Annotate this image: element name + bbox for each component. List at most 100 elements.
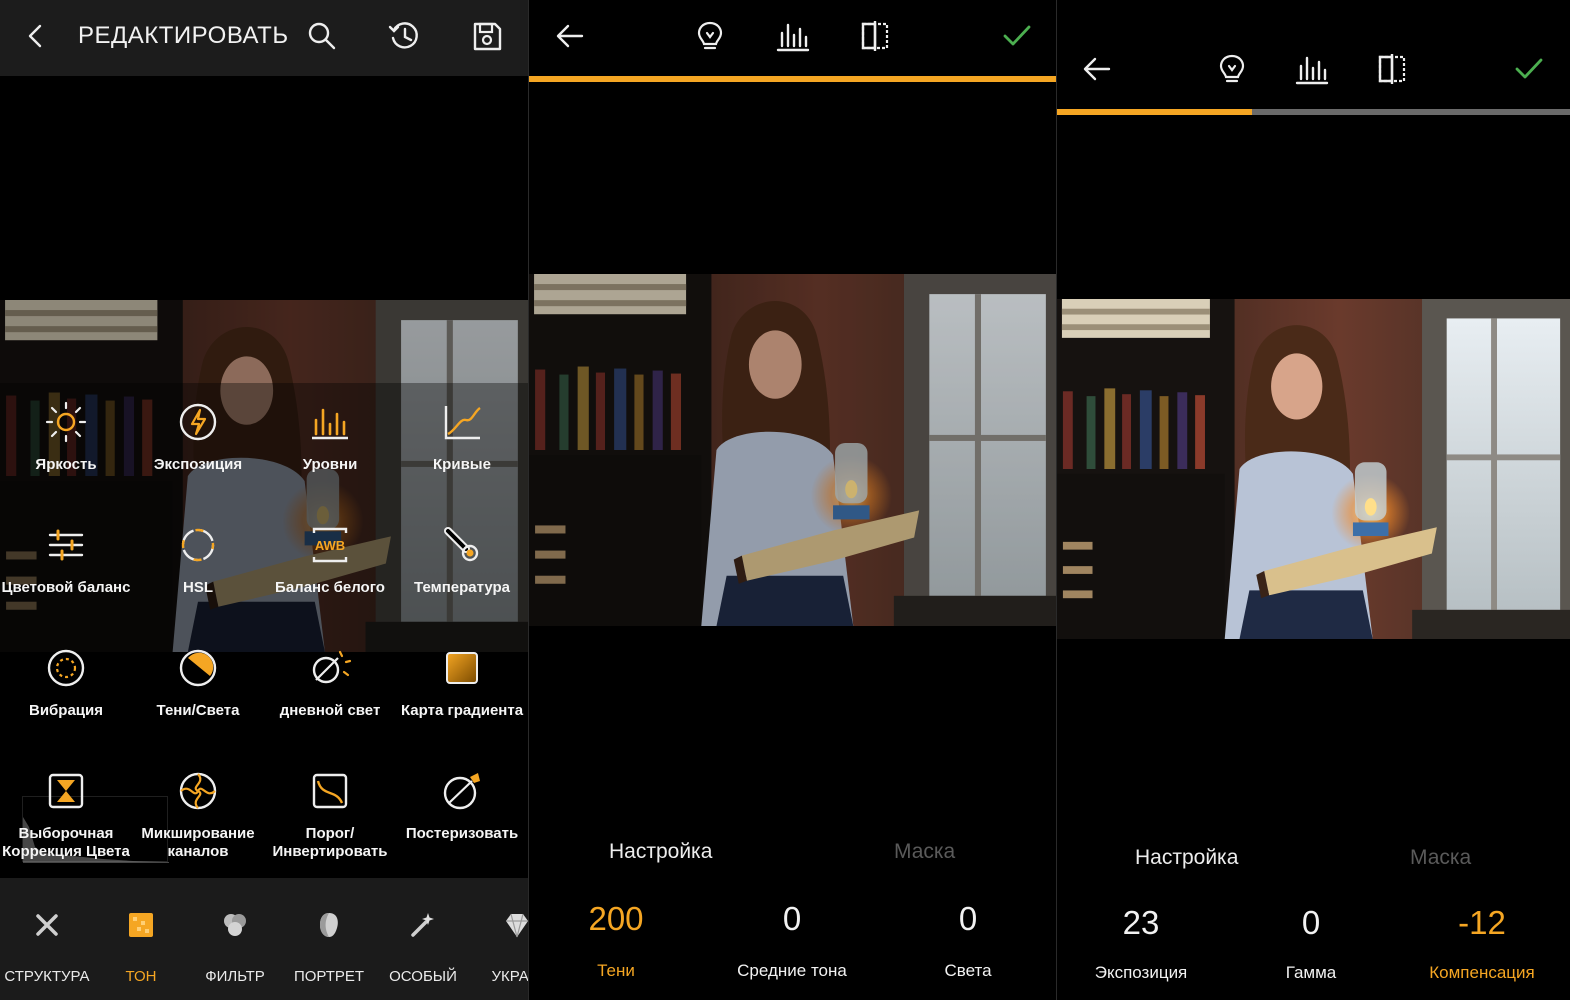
histogram-icon[interactable] [1295,52,1329,86]
check-icon[interactable] [1000,19,1034,53]
tool-label: Выборочная Коррекция Цвета [2,825,130,860]
save-icon[interactable] [469,18,505,54]
brightness-icon [45,401,87,443]
compensation-value[interactable]: -12 [1402,904,1562,942]
tool-gradient-map[interactable]: Карта градиента [396,646,528,720]
top-toolbar: РЕДАКТИРОВАТЬ [0,0,528,76]
category-bar: СТРУКТУРА ТОН ФИЛЬТР ПОРТРЕТ ОСОБЫЙ УКРА [0,878,528,1000]
color-balance-icon [48,529,84,561]
svg-text:AWB: AWB [315,538,345,553]
category-special[interactable]: ОСОБЫЙ [376,910,470,985]
tool-label: Микширование каналов [141,825,255,860]
tool-curves[interactable]: Кривые [396,400,528,474]
tab-settings[interactable]: Настройка [609,840,712,864]
category-label: ОСОБЫЙ [389,968,457,985]
selective-color-icon [48,773,84,809]
special-icon [411,913,434,937]
tool-daylight[interactable]: дневной свет [264,646,396,720]
compare-icon[interactable] [1375,52,1409,86]
lightbulb-icon[interactable] [1215,52,1249,86]
search-icon[interactable] [304,18,340,54]
compare-icon[interactable] [858,19,892,53]
category-portrait[interactable]: ПОРТРЕТ [282,910,376,985]
progress-fill [1057,109,1252,115]
category-filter[interactable]: ФИЛЬТР [188,910,282,985]
tab-mask[interactable]: Маска [894,840,955,864]
tool-posterize[interactable]: Постеризовать [396,769,528,843]
tool-threshold-invert[interactable]: Порог/ Инвертировать [264,769,396,861]
tone-icon [129,913,153,937]
tool-exposure[interactable]: Экспозиция [132,400,264,474]
back-arrow-icon[interactable] [553,19,587,53]
tool-label: Вибрация [28,702,104,719]
tool-white-balance[interactable]: AWB Баланс белого [264,523,396,597]
tool-shadows-highlights[interactable]: Тени/Света [132,646,264,720]
category-decoration[interactable]: УКРАШ [470,910,528,985]
daylight-icon [312,650,352,684]
exposure-editor-panel: Настройка Маска 23 Экспозиция 0 Гамма -1… [1057,0,1570,1000]
photo-preview [529,274,1056,626]
lightbulb-icon[interactable] [693,19,727,53]
posterize-icon [443,773,480,810]
category-label: ФИЛЬТР [205,968,265,985]
vibrance-icon [47,649,85,687]
shadows-value[interactable]: 200 [536,900,696,938]
tool-hsl[interactable]: HSL [132,523,264,597]
tool-channel-mixer[interactable]: Микширование каналов [132,769,264,861]
tool-label: Уровни [302,456,358,473]
tool-label: Цветовой баланс [1,579,131,596]
hsl-icon [181,528,215,562]
back-icon[interactable] [18,18,54,54]
tool-label: HSL [183,579,213,596]
tool-label: Яркость [35,456,97,473]
gamma-value[interactable]: 0 [1231,904,1391,942]
threshold-invert-icon [312,773,348,809]
histogram-icon[interactable] [776,19,810,53]
shadows-editor-panel: Настройка Маска 200 Тени 0 Средние тона … [529,0,1056,1000]
tool-temperature[interactable]: Температура [396,523,528,597]
exposure-value[interactable]: 23 [1061,904,1221,942]
compensation-label[interactable]: Компенсация [1382,963,1570,983]
gamma-label[interactable]: Гамма [1211,963,1411,983]
category-label: УКРАШ [491,968,528,985]
category-label: ТОН [125,968,157,985]
category-label: ПОРТРЕТ [293,968,365,985]
highlights-value[interactable]: 0 [888,900,1048,938]
exposure-icon [179,403,217,441]
filter-icon [224,914,246,936]
adjustment-progress-bar[interactable] [529,76,1056,82]
temperature-icon [444,527,479,562]
tool-label: Карта градиента [400,702,524,719]
tool-label: Постеризовать [405,825,519,842]
adjustment-progress-bar[interactable] [1057,109,1570,115]
white-balance-icon: AWB [312,527,348,563]
tab-settings[interactable]: Настройка [1135,846,1238,870]
tool-label: Кривые [433,456,491,473]
tool-label: Экспозиция [153,456,243,473]
tool-label: Температура [414,579,510,596]
tool-selective-color[interactable]: Выборочная Коррекция Цвета [0,769,132,861]
tool-label: дневной свет [279,702,381,719]
tool-vibrance[interactable]: Вибрация [0,646,132,720]
category-label: СТРУКТУРА [4,968,90,985]
history-icon[interactable] [387,18,423,54]
shadows-label[interactable]: Тени [529,961,716,981]
midtones-label[interactable]: Средние тона [692,961,892,981]
back-arrow-icon[interactable] [1080,52,1114,86]
tool-levels[interactable]: Уровни [264,400,396,474]
midtones-value[interactable]: 0 [712,900,872,938]
levels-icon [312,408,348,440]
tool-label: Баланс белого [275,579,385,596]
highlights-label[interactable]: Света [868,961,1056,981]
photo-preview [1057,299,1570,639]
tool-color-balance[interactable]: Цветовой баланс [0,523,132,597]
channel-mixer-icon [179,772,217,810]
category-tone[interactable]: ТОН [94,910,188,985]
tab-mask[interactable]: Маска [1410,846,1471,870]
check-icon[interactable] [1512,52,1546,86]
tool-brightness[interactable]: Яркость [0,400,132,474]
page-title: РЕДАКТИРОВАТЬ [78,22,289,49]
shadows-highlights-icon [179,649,217,687]
category-structure[interactable]: СТРУКТУРА [0,910,94,985]
progress-fill [529,76,1056,82]
